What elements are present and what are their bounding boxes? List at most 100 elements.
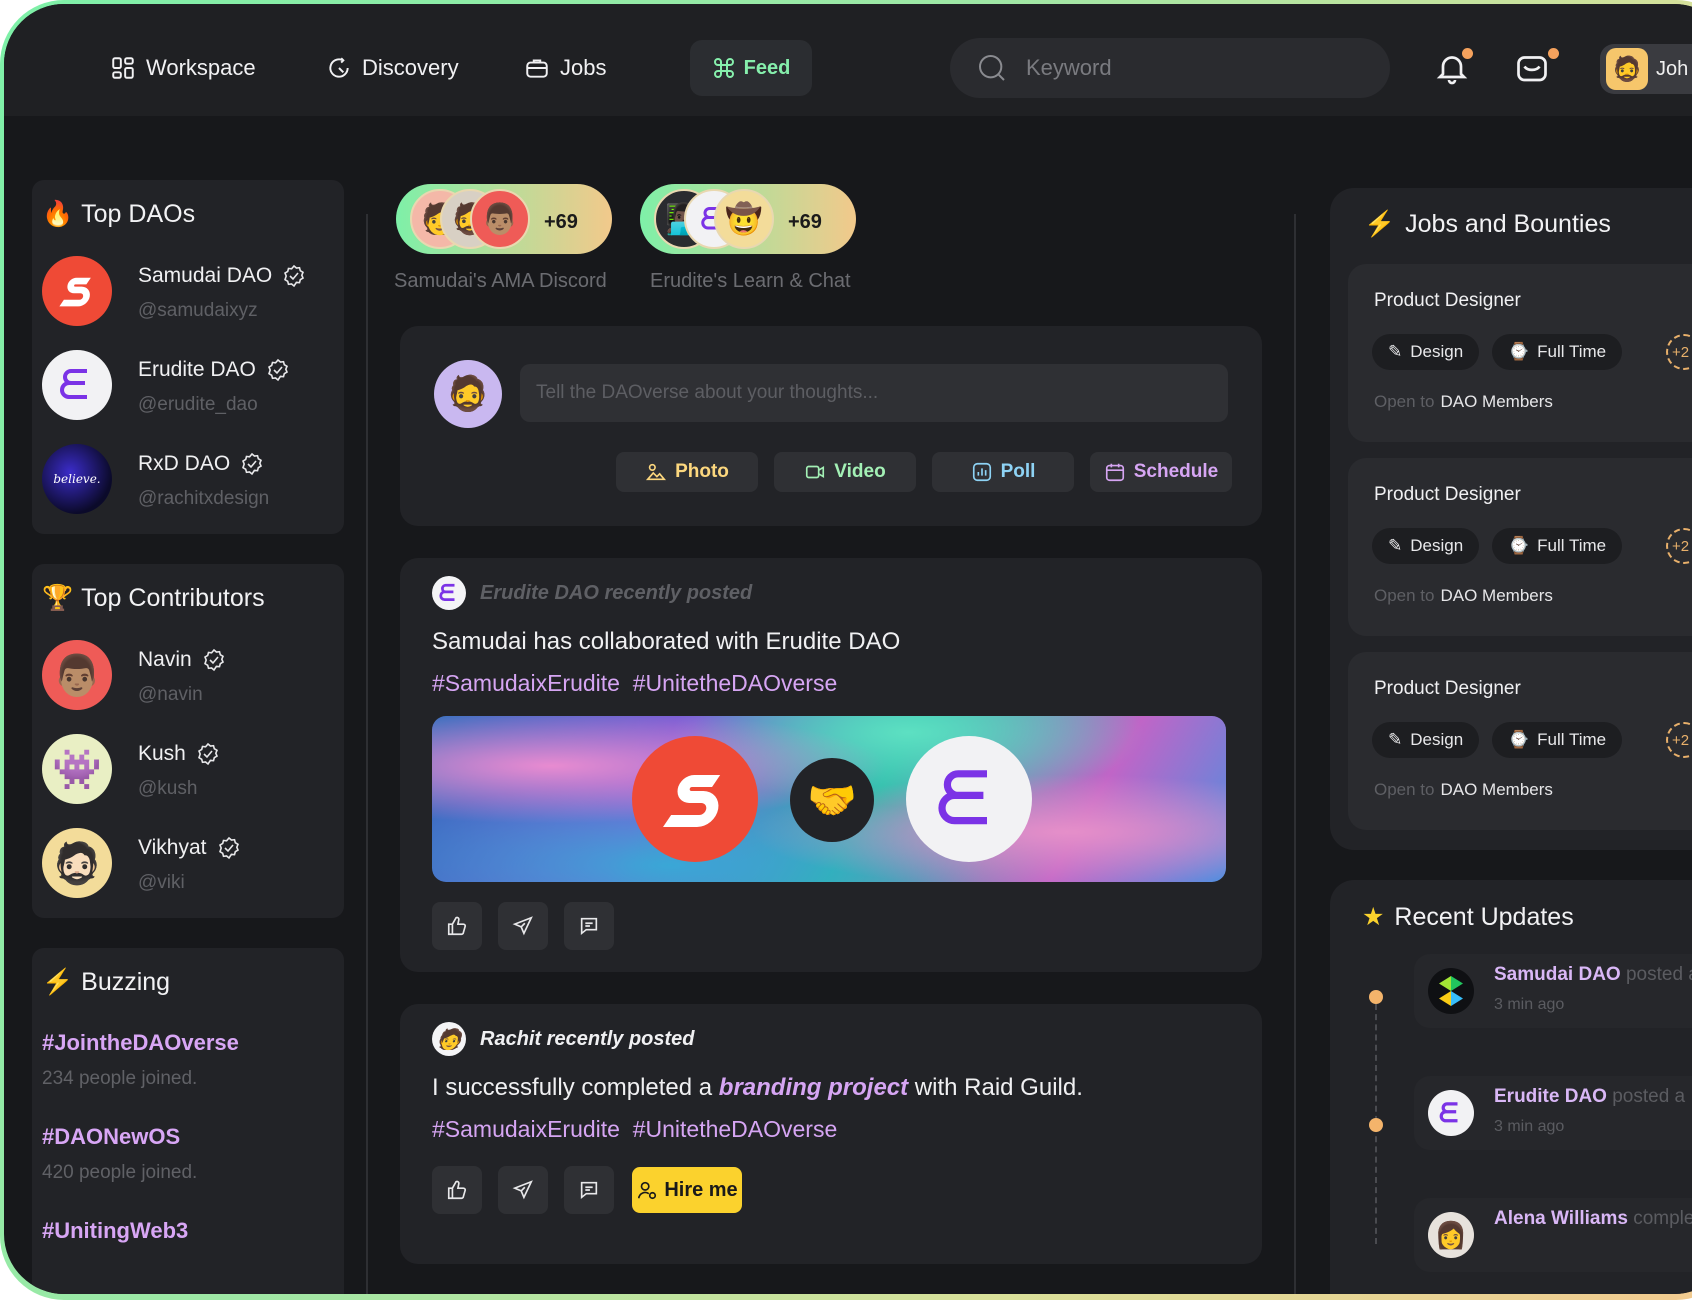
clock-icon: ⌚	[1508, 536, 1530, 555]
job-title: Product Designer	[1374, 484, 1521, 505]
share-button[interactable]	[498, 902, 548, 950]
update-item[interactable]: 👩 Alena Williams comple	[1414, 1198, 1692, 1272]
job-tag-design: ✎ Design	[1372, 334, 1480, 370]
like-button[interactable]	[432, 902, 482, 950]
command-icon	[713, 58, 734, 78]
job-eligibility: Open to DAO Members	[1374, 780, 1553, 799]
update-item[interactable]: Samudai DAO posted a 3 min ago	[1414, 954, 1692, 1028]
group-member-count: +69	[788, 211, 822, 233]
contributor-item-vikhyat[interactable]: 🧔🏻 Vikhyat @viki	[42, 828, 332, 904]
fire-icon: 🔥	[42, 200, 74, 228]
job-title: Product Designer	[1374, 290, 1521, 311]
verified-icon	[284, 264, 305, 288]
erudite-logo-icon	[1428, 1090, 1474, 1136]
search-icon	[979, 55, 1005, 81]
dao-item-samudai[interactable]: Samudai DAO @samudaixyz	[42, 256, 332, 332]
app-window: Workspace Discovery Jobs Feed 🧔 Joh 🔥	[4, 4, 1692, 1294]
avatar: 🧔	[434, 360, 502, 428]
like-button[interactable]	[432, 1166, 482, 1214]
job-eligibility: Open to DAO Members	[1374, 392, 1553, 411]
dao-item-rxd[interactable]: believe. RxD DAO @rachitxdesign	[42, 444, 332, 520]
timeline-dot	[1369, 990, 1383, 1004]
update-time: 3 min ago	[1494, 996, 1565, 1013]
job-tag-type: ⌚ Full Time	[1492, 722, 1623, 758]
avatar: 🤠	[714, 189, 774, 249]
search-input[interactable]	[1024, 54, 1368, 82]
handshake-icon: 🤝	[790, 758, 874, 842]
buzz-tag-link[interactable]: #DAONewOS	[42, 1124, 180, 1150]
briefcase-icon	[526, 59, 548, 78]
nav-workspace[interactable]: Workspace	[110, 48, 256, 88]
updates-heading: ★ Recent Updates	[1362, 902, 1574, 932]
dao-name: Samudai DAO	[138, 264, 273, 287]
job-tag-design: ✎ Design	[1372, 722, 1480, 758]
nav-discovery[interactable]: Discovery	[326, 48, 459, 88]
contributor-item-navin[interactable]: 👨🏽 Navin @navin	[42, 640, 332, 716]
poll-button[interactable]: Poll	[932, 452, 1074, 492]
post-hashtags[interactable]: #SamudaixErudite #UnitetheDAOverse	[432, 670, 837, 697]
more-tags-badge[interactable]: +2	[1666, 334, 1692, 370]
dao-item-erudite[interactable]: Erudite DAO @erudite_dao	[42, 350, 332, 426]
verified-icon	[203, 648, 224, 672]
lightning-icon: ⚡	[42, 968, 74, 996]
job-card[interactable]: Product Designer ✎ Design ⌚ Full Time +2 O…	[1348, 652, 1692, 830]
video-icon	[806, 465, 825, 479]
profile-name: Joh	[1656, 57, 1689, 80]
erudite-logo-icon	[906, 736, 1032, 862]
inbox-notification-dot	[1548, 48, 1559, 59]
verified-icon	[197, 742, 218, 766]
photo-icon	[646, 463, 667, 481]
group-label: Samudai's AMA Discord	[394, 270, 607, 292]
buzz-count: 234 people joined.	[42, 1068, 198, 1089]
nav-discovery-label: Discovery	[362, 55, 459, 80]
post-composer: 🧔 Photo Video Poll Schedule	[400, 326, 1262, 526]
comment-icon	[580, 917, 598, 936]
video-button[interactable]: Video	[774, 452, 916, 492]
thumbs-up-icon	[447, 1180, 467, 1200]
post-text-emphasis: branding project	[718, 1074, 909, 1101]
profile-button[interactable]: 🧔 Joh	[1600, 44, 1692, 94]
job-card[interactable]: Product Designer ✎ Design ⌚ Full Time +2 O…	[1348, 264, 1692, 442]
buzz-tag-link[interactable]: #JointheDAOverse	[42, 1030, 239, 1056]
more-tags-badge[interactable]: +2	[1666, 722, 1692, 758]
dao-handle: @erudite_dao	[138, 394, 258, 415]
update-item[interactable]: Erudite DAO posted a 3 min ago	[1414, 1076, 1692, 1150]
divider	[366, 214, 368, 1294]
hire-me-button[interactable]: Hire me	[632, 1167, 742, 1213]
post-card: 🧑 Rachit recently posted I successfully …	[400, 1004, 1262, 1264]
avatar: 🧔🏻	[42, 828, 112, 898]
more-tags-badge[interactable]: +2	[1666, 528, 1692, 564]
avatar: 🧔	[1606, 48, 1648, 90]
comment-button[interactable]	[564, 1166, 614, 1214]
samudai-logo-icon	[632, 736, 758, 862]
nav-jobs[interactable]: Jobs	[524, 48, 606, 88]
timeline-dot	[1369, 1118, 1383, 1132]
group-erudite-learn[interactable]: 👨🏿‍💻 🤠 +69	[640, 184, 856, 254]
verified-icon	[267, 358, 288, 382]
divider	[1294, 214, 1296, 1294]
top-contributors-heading: 🏆 Top Contributors	[42, 584, 265, 612]
post-input[interactable]	[520, 364, 1228, 422]
group-samudai-ama[interactable]: 🧑 🧔 👨🏽 +69	[396, 184, 612, 254]
schedule-button[interactable]: Schedule	[1090, 452, 1232, 492]
comment-button[interactable]	[564, 902, 614, 950]
buzzing-heading: ⚡ Buzzing	[42, 968, 171, 996]
calendar-icon	[1105, 463, 1124, 482]
user-icon	[638, 1181, 657, 1200]
buzz-tag-link[interactable]: #UnitingWeb3	[42, 1218, 188, 1244]
dao-name: Erudite DAO	[138, 358, 256, 381]
post-hashtags[interactable]: #SamudaixErudite #UnitetheDAOverse	[432, 1116, 837, 1143]
discovery-icon	[329, 57, 349, 78]
job-card[interactable]: Product Designer ✎ Design ⌚ Full Time +2 O…	[1348, 458, 1692, 636]
share-button[interactable]	[498, 1166, 548, 1214]
rxd-logo-icon: believe.	[42, 444, 112, 514]
thumbs-up-icon	[447, 916, 467, 936]
avatar: 👨🏽	[470, 189, 530, 249]
contributor-item-kush[interactable]: 👾 Kush @kush	[42, 734, 332, 810]
inbox-icon[interactable]	[1514, 50, 1550, 86]
photo-button[interactable]: Photo	[616, 452, 758, 492]
trophy-icon: 🏆	[42, 584, 74, 612]
post-header: Erudite DAO recently posted	[432, 576, 752, 610]
nav-feed[interactable]: Feed	[690, 40, 812, 96]
post-text: Samudai has collaborated with Erudite DA…	[432, 628, 901, 655]
